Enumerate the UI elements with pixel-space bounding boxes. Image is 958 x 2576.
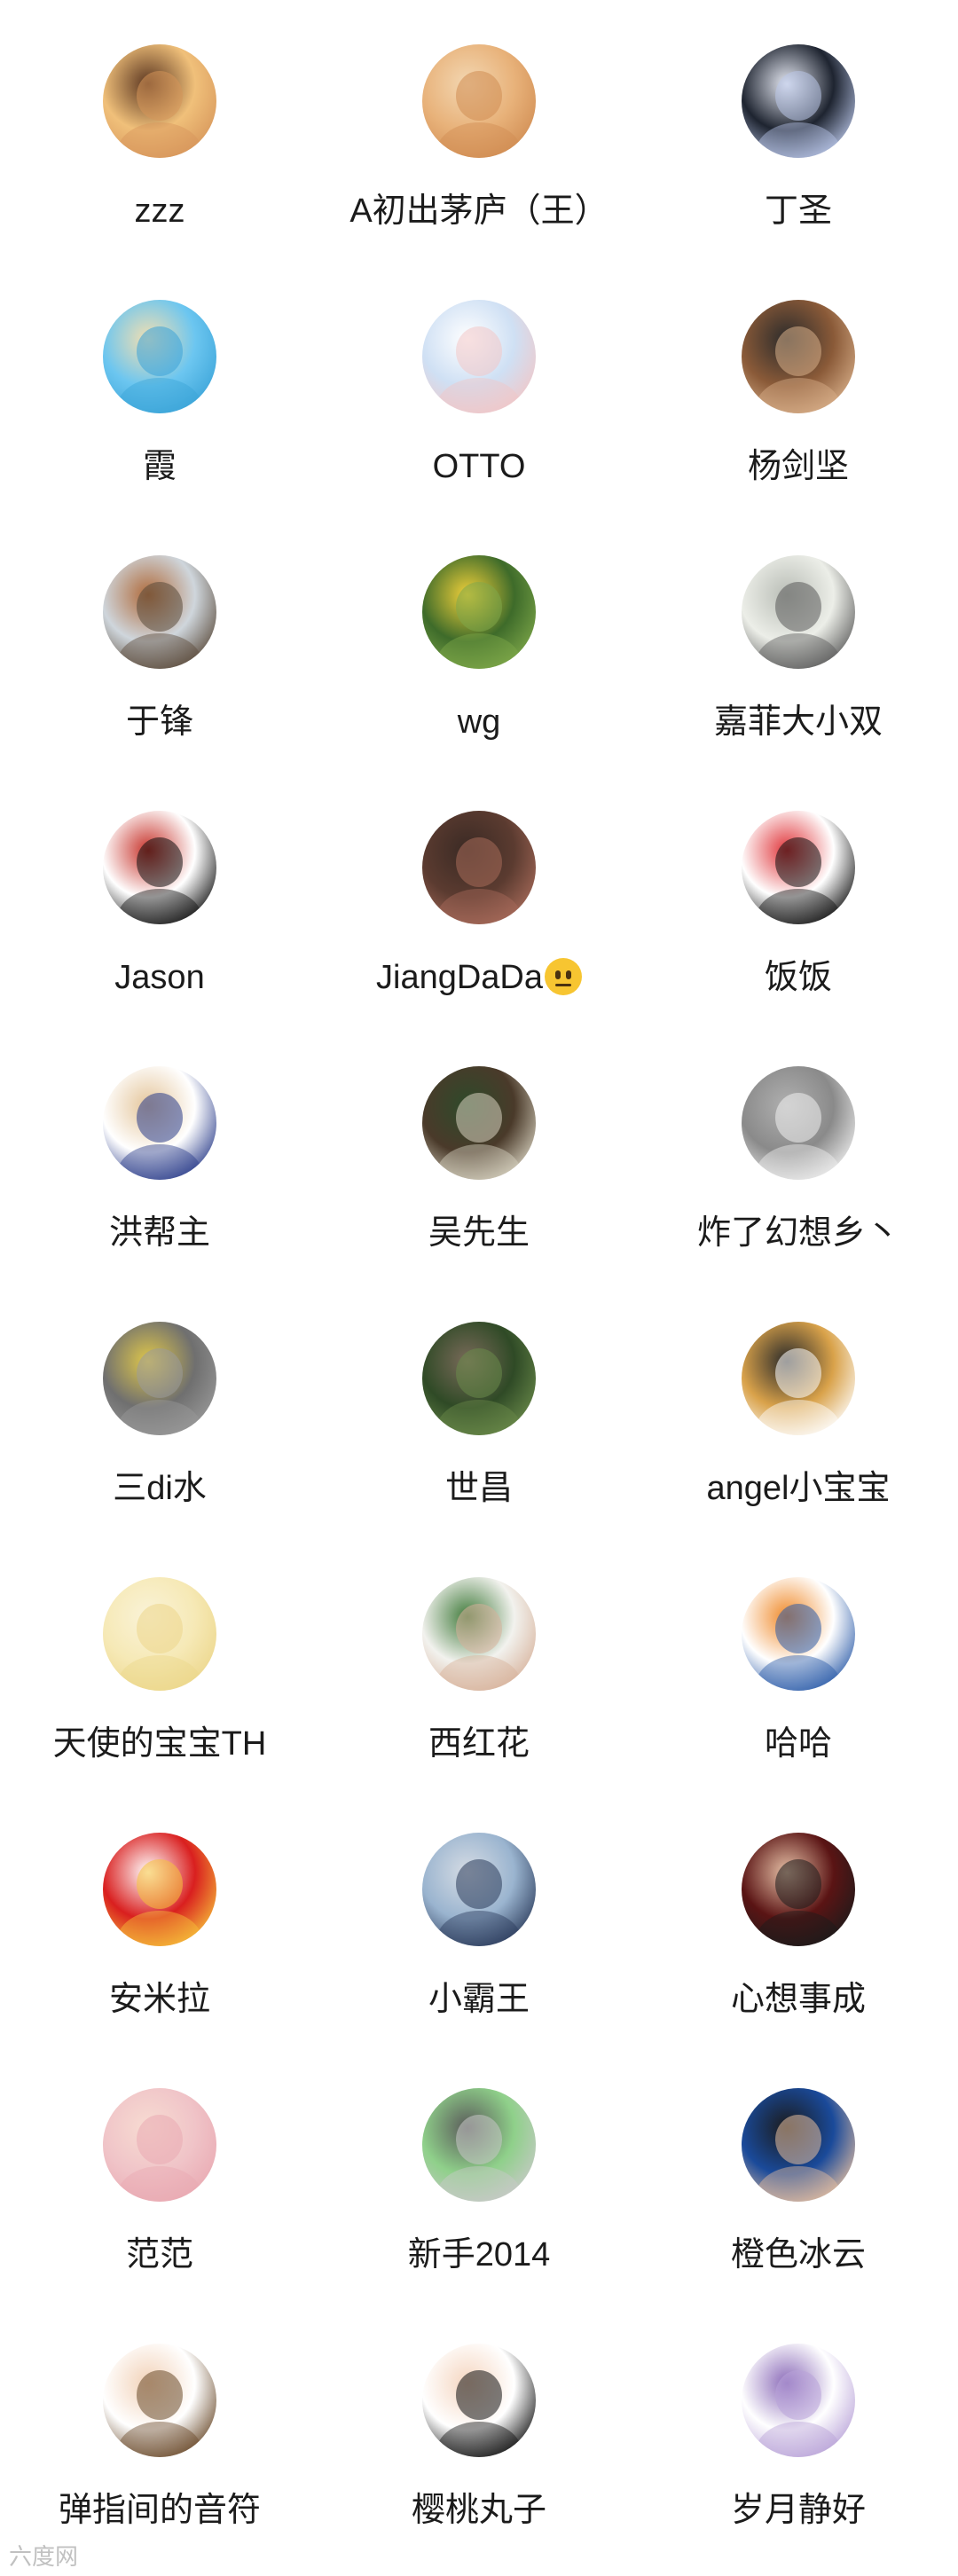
avatar[interactable] bbox=[422, 1322, 536, 1435]
avatar[interactable] bbox=[422, 44, 536, 158]
avatar[interactable] bbox=[742, 2088, 855, 2202]
contact-item[interactable]: 世昌 bbox=[319, 1277, 639, 1531]
contact-item[interactable]: 三di水 bbox=[0, 1277, 319, 1531]
contact-name: 杨剑坚 bbox=[747, 448, 849, 485]
avatar[interactable] bbox=[103, 555, 216, 669]
avatar[interactable] bbox=[103, 1066, 216, 1180]
contact-item[interactable]: 岁月静好 bbox=[639, 2299, 958, 2553]
contact-item[interactable]: 樱桃丸子 bbox=[319, 2299, 639, 2553]
contact-item[interactable]: 新手2014 bbox=[319, 2044, 639, 2297]
contact-item[interactable]: 洪帮主 bbox=[0, 1022, 319, 1276]
avatar[interactable] bbox=[103, 1322, 216, 1435]
contact-grid: zzz A初出茅庐（王） 丁圣霞 OTTO 杨剑坚于锋 wg 嘉菲大小双 Jason Jiang… bbox=[0, 0, 958, 2576]
contact-name: A初出茅庐（王） bbox=[349, 192, 609, 230]
contact-item[interactable]: angel小宝宝 bbox=[639, 1277, 958, 1531]
contact-item[interactable]: A初出茅庐（王） bbox=[319, 0, 639, 254]
contact-name: 新手2014 bbox=[407, 2236, 551, 2274]
avatar[interactable] bbox=[422, 1833, 536, 1946]
contact-item[interactable]: 天使的宝宝TH bbox=[0, 1533, 319, 1787]
avatar[interactable] bbox=[742, 1833, 855, 1946]
contact-name: 丁圣 bbox=[764, 192, 832, 230]
contact-name: 三di水 bbox=[113, 1470, 207, 1507]
contact-item[interactable]: zzz bbox=[0, 0, 319, 254]
contact-name: OTTO bbox=[432, 448, 526, 485]
avatar[interactable] bbox=[742, 555, 855, 669]
watermark: 六度网 bbox=[9, 2543, 79, 2570]
avatar[interactable] bbox=[422, 2088, 536, 2202]
contact-item[interactable]: 饭饭 bbox=[639, 766, 958, 1020]
contact-name: 小霸王 bbox=[428, 1981, 530, 2018]
contact-name: JiangDaDa bbox=[319, 958, 639, 997]
avatar[interactable] bbox=[422, 1066, 536, 1180]
contact-name: 炸了幻想乡丶 bbox=[696, 1214, 899, 1252]
contact-name: 樱桃丸子 bbox=[411, 2492, 546, 2529]
contact-item[interactable]: 橙色冰云 bbox=[639, 2044, 958, 2297]
contact-name: zzz bbox=[134, 192, 185, 230]
contact-name: 吴先生 bbox=[428, 1214, 530, 1252]
contact-name: 哈哈 bbox=[764, 1725, 832, 1763]
contact-name: 霞 bbox=[142, 448, 177, 485]
contact-name: 心想事成 bbox=[730, 1981, 866, 2018]
avatar[interactable] bbox=[422, 555, 536, 669]
contact-item[interactable]: 嘉菲大小双 bbox=[639, 511, 958, 765]
contact-name: Jason bbox=[114, 959, 205, 996]
contact-item[interactable]: 炸了幻想乡丶 bbox=[639, 1022, 958, 1276]
contact-item[interactable]: 弹指间的音符 bbox=[0, 2299, 319, 2553]
contact-name: 岁月静好 bbox=[730, 2492, 866, 2529]
avatar[interactable] bbox=[422, 1577, 536, 1691]
contact-name: 嘉菲大小双 bbox=[713, 703, 883, 741]
contact-item[interactable]: 杨剑坚 bbox=[639, 255, 958, 509]
avatar[interactable] bbox=[742, 1577, 855, 1691]
avatar[interactable] bbox=[742, 300, 855, 413]
contact-item[interactable]: 小霸王 bbox=[319, 1788, 639, 2042]
contact-name: 饭饭 bbox=[764, 959, 832, 996]
contact-item[interactable]: 丁圣 bbox=[639, 0, 958, 254]
contact-item[interactable]: 霞 bbox=[0, 255, 319, 509]
contact-name: wg bbox=[457, 703, 501, 741]
avatar[interactable] bbox=[742, 811, 855, 924]
contact-item[interactable]: 哈哈 bbox=[639, 1533, 958, 1787]
contact-item[interactable]: OTTO bbox=[319, 255, 639, 509]
avatar[interactable] bbox=[422, 300, 536, 413]
contact-item[interactable]: 范范 bbox=[0, 2044, 319, 2297]
avatar[interactable] bbox=[103, 811, 216, 924]
contact-name: 橙色冰云 bbox=[730, 2236, 866, 2274]
avatar[interactable] bbox=[103, 300, 216, 413]
contact-name: 天使的宝宝TH bbox=[52, 1725, 267, 1763]
avatar[interactable] bbox=[103, 2344, 216, 2457]
avatar[interactable] bbox=[422, 2344, 536, 2457]
contact-item[interactable]: 吴先生 bbox=[319, 1022, 639, 1276]
avatar[interactable] bbox=[742, 44, 855, 158]
avatar[interactable] bbox=[103, 44, 216, 158]
contact-name: 西红花 bbox=[428, 1725, 530, 1763]
contact-name: 洪帮主 bbox=[108, 1214, 210, 1252]
avatar[interactable] bbox=[103, 2088, 216, 2202]
contact-name: angel小宝宝 bbox=[706, 1470, 891, 1507]
avatar[interactable] bbox=[422, 811, 536, 924]
contact-item[interactable]: wg bbox=[319, 511, 639, 765]
contact-name: 弹指间的音符 bbox=[58, 2492, 261, 2529]
contact-item[interactable]: 于锋 bbox=[0, 511, 319, 765]
avatar[interactable] bbox=[742, 1322, 855, 1435]
contact-name: 范范 bbox=[125, 2236, 193, 2274]
avatar[interactable] bbox=[742, 2344, 855, 2457]
avatar[interactable] bbox=[103, 1833, 216, 1946]
contact-name: 世昌 bbox=[444, 1470, 513, 1507]
avatar[interactable] bbox=[103, 1577, 216, 1691]
contact-name: 于锋 bbox=[125, 703, 193, 741]
contact-item[interactable]: JiangDaDa bbox=[319, 766, 639, 1020]
contact-item[interactable]: 心想事成 bbox=[639, 1788, 958, 2042]
neutral-face-emoji-icon bbox=[545, 958, 582, 995]
avatar[interactable] bbox=[742, 1066, 855, 1180]
contact-item[interactable]: 安米拉 bbox=[0, 1788, 319, 2042]
contact-item[interactable]: 西红花 bbox=[319, 1533, 639, 1787]
contact-item[interactable]: Jason bbox=[0, 766, 319, 1020]
contact-name: 安米拉 bbox=[108, 1981, 210, 2018]
